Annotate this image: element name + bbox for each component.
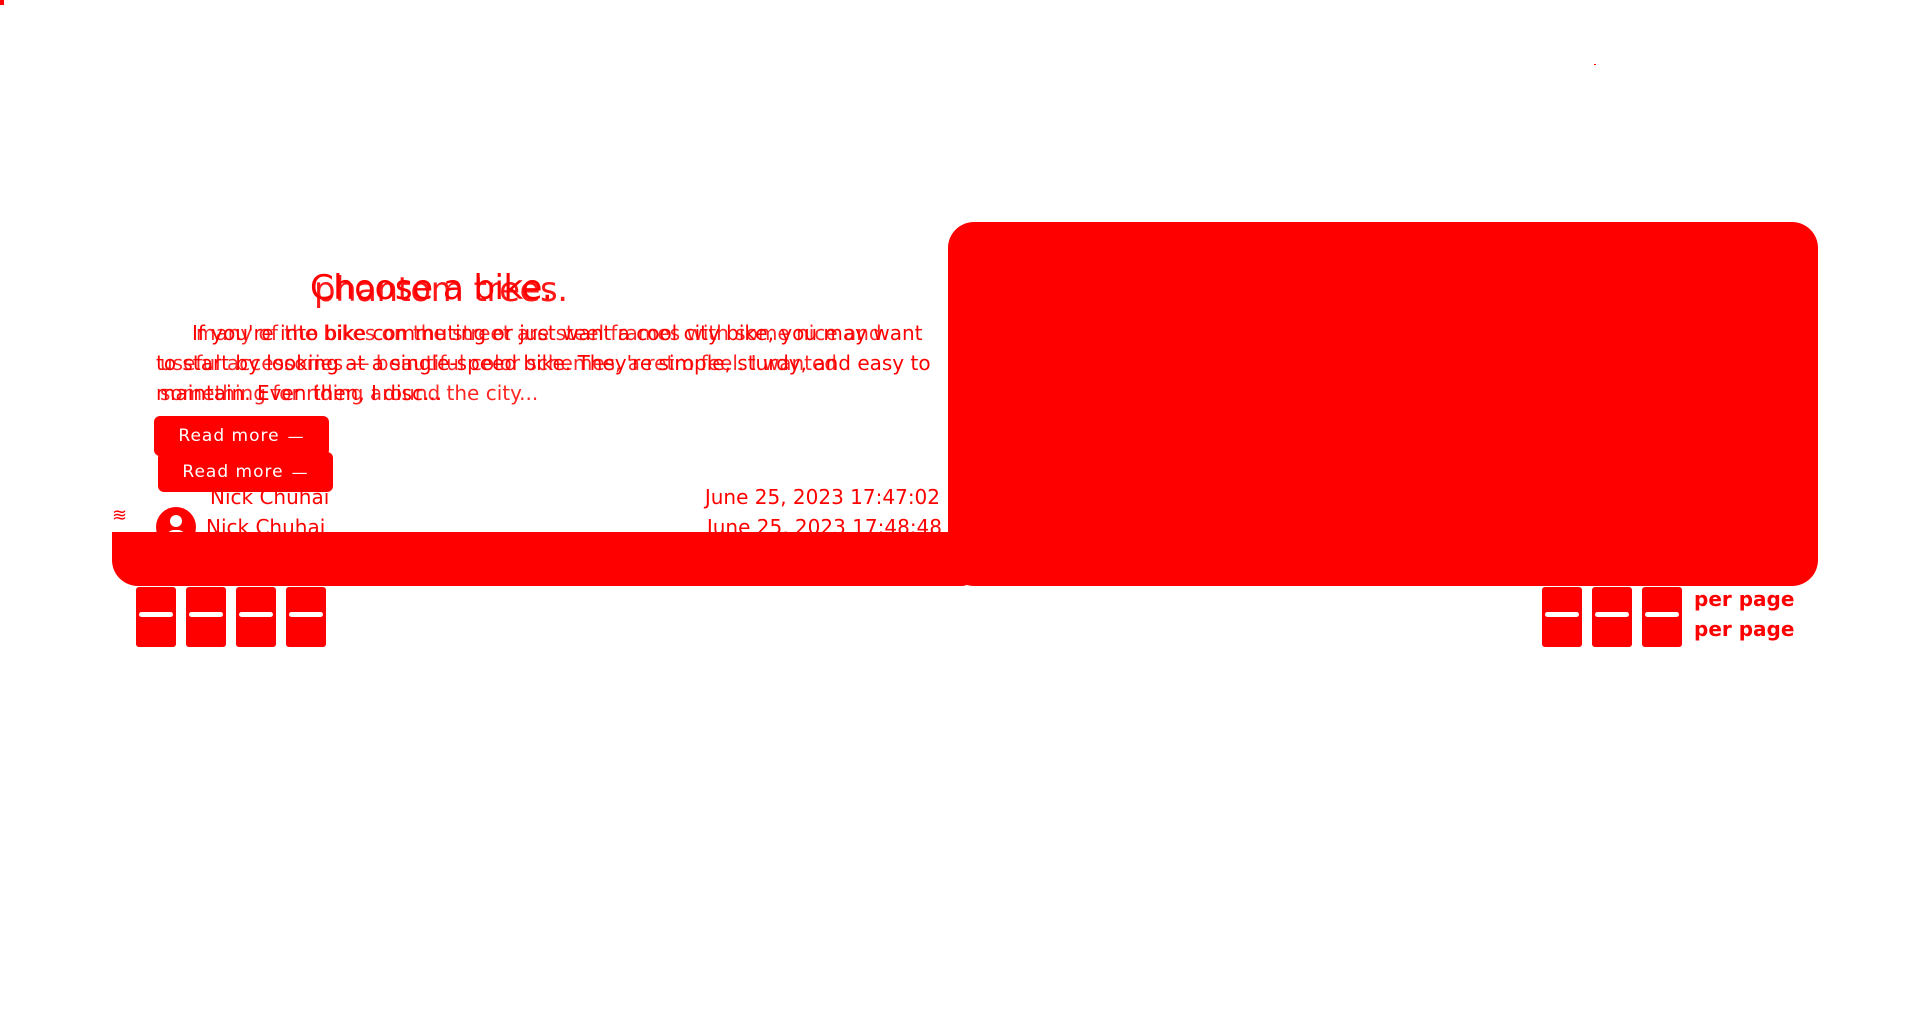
- per-page-label: per page: [1694, 587, 1795, 611]
- arrow-right-icon: —: [287, 426, 305, 446]
- read-more-button[interactable]: Read more —: [154, 416, 329, 456]
- post-title[interactable]: phantom trees.: [314, 270, 614, 310]
- page-button[interactable]: [186, 587, 226, 647]
- pagination-left: [136, 587, 326, 647]
- post-image[interactable]: [948, 222, 1818, 586]
- dot-mark: [1594, 64, 1596, 65]
- page-button[interactable]: [236, 587, 276, 647]
- per-page-button[interactable]: [1642, 587, 1682, 647]
- card-footer-bar: [112, 532, 972, 586]
- page-button[interactable]: [136, 587, 176, 647]
- post-date: June 25, 2023 17:47:02: [704, 485, 940, 509]
- pagination-right: [1542, 587, 1682, 647]
- author-name[interactable]: Nick Chuhai: [210, 485, 329, 509]
- page-button[interactable]: [286, 587, 326, 647]
- corner-mark: [0, 0, 4, 5]
- read-more-label: Read more: [178, 426, 280, 446]
- per-page-label: per page: [1694, 617, 1795, 641]
- page: Choose a bike. If you're into bike commu…: [0, 0, 1920, 1030]
- per-page-button[interactable]: [1592, 587, 1632, 647]
- scribble-mark: ≋: [112, 505, 128, 526]
- per-page-button[interactable]: [1542, 587, 1582, 647]
